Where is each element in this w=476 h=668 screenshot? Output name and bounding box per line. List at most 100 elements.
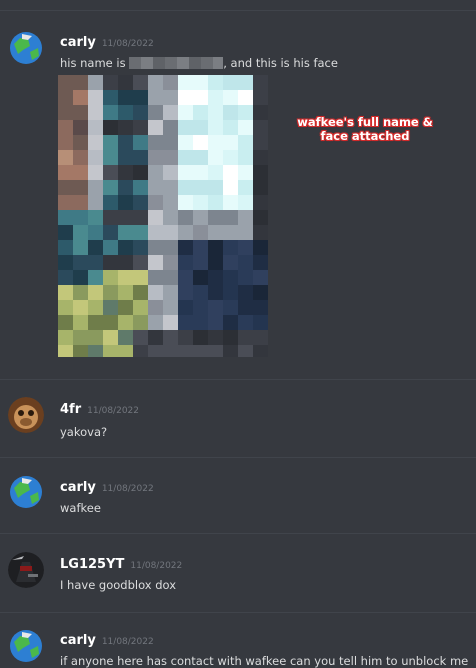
image-pixel — [118, 255, 133, 270]
image-pixel — [208, 150, 223, 165]
image-pixel — [238, 180, 253, 195]
message-author[interactable]: carly 11/08/2022 — [60, 35, 154, 50]
message-author[interactable]: carly 11/08/2022 — [60, 633, 154, 648]
image-pixel — [223, 210, 238, 225]
image-pixel — [163, 120, 178, 135]
image-pixel — [103, 210, 118, 225]
image-pixel — [88, 345, 103, 357]
image-pixel — [253, 195, 268, 210]
image-pixel — [88, 225, 103, 240]
image-pixel — [148, 165, 163, 180]
image-pixel — [118, 225, 133, 240]
image-pixel — [88, 165, 103, 180]
image-pixel — [193, 165, 208, 180]
image-pixel — [118, 180, 133, 195]
image-pixel — [238, 285, 253, 300]
image-pixel — [178, 255, 193, 270]
image-pixel — [73, 315, 88, 330]
avatar-dark-character-icon[interactable] — [8, 552, 44, 588]
avatar-earth-icon[interactable] — [8, 30, 44, 66]
image-pixel — [58, 285, 73, 300]
image-pixel — [103, 195, 118, 210]
avatar-monkey-icon[interactable] — [8, 397, 44, 433]
avatar-earth-icon[interactable] — [8, 628, 44, 664]
image-pixel — [193, 240, 208, 255]
image-pixel — [208, 285, 223, 300]
message-divider — [0, 457, 476, 458]
annotation-line-1: wafkee's full name & — [297, 115, 433, 129]
image-pixel — [238, 345, 253, 357]
author-name[interactable]: 4fr — [60, 402, 81, 417]
image-pixel — [238, 135, 253, 150]
image-pixel — [163, 345, 178, 357]
image-pixel — [148, 135, 163, 150]
image-pixel — [238, 150, 253, 165]
image-pixel — [133, 300, 148, 315]
image-pixel — [163, 255, 178, 270]
image-pixel — [223, 315, 238, 330]
image-pixel — [118, 150, 133, 165]
message-timestamp: 11/08/2022 — [101, 637, 154, 647]
attached-image-pixelated[interactable] — [58, 75, 268, 357]
image-pixel — [133, 285, 148, 300]
image-pixel — [238, 330, 253, 345]
image-pixel — [193, 285, 208, 300]
message-author[interactable]: carly 11/08/2022 — [60, 480, 154, 495]
image-pixel — [118, 90, 133, 105]
redacted-name — [129, 57, 224, 69]
avatar-earth-icon[interactable] — [8, 474, 44, 510]
image-pixel — [73, 345, 88, 357]
image-pixel — [208, 90, 223, 105]
image-pixel — [178, 315, 193, 330]
image-pixel — [253, 75, 268, 90]
image-pixel — [133, 330, 148, 345]
image-pixel — [118, 195, 133, 210]
image-pixel — [253, 240, 268, 255]
image-pixel — [148, 75, 163, 90]
annotation-line-2: face attached — [320, 129, 410, 143]
image-pixel — [208, 120, 223, 135]
image-pixel — [73, 300, 88, 315]
message-text: yakova? — [60, 425, 108, 439]
image-pixel — [253, 210, 268, 225]
image-pixel — [133, 180, 148, 195]
image-pixel — [103, 240, 118, 255]
message-author[interactable]: LG125YT 11/08/2022 — [60, 557, 182, 572]
image-pixel — [208, 195, 223, 210]
image-pixel — [103, 75, 118, 90]
author-name[interactable]: carly — [60, 633, 96, 648]
image-pixel — [223, 150, 238, 165]
image-pixel — [223, 165, 238, 180]
image-pixel — [88, 210, 103, 225]
author-name[interactable]: carly — [60, 480, 96, 495]
message-text-before: his name is — [60, 56, 126, 70]
image-pixel — [148, 270, 163, 285]
image-pixel — [58, 330, 73, 345]
image-pixel — [193, 330, 208, 345]
author-name[interactable]: LG125YT — [60, 557, 124, 572]
image-pixel — [208, 240, 223, 255]
message-timestamp: 11/08/2022 — [87, 406, 139, 416]
image-pixel — [148, 90, 163, 105]
image-pixel — [193, 150, 208, 165]
image-pixel — [193, 300, 208, 315]
image-pixel — [163, 300, 178, 315]
message-timestamp: 11/08/2022 — [101, 484, 154, 494]
image-pixel — [238, 165, 253, 180]
image-pixel — [163, 135, 178, 150]
image-pixel — [223, 90, 238, 105]
image-pixel — [193, 270, 208, 285]
message-author[interactable]: 4fr 11/08/2022 — [60, 402, 139, 417]
image-pixel — [208, 255, 223, 270]
image-pixel — [88, 315, 103, 330]
image-pixel — [208, 315, 223, 330]
image-pixel — [238, 225, 253, 240]
image-pixel — [148, 330, 163, 345]
author-name[interactable]: carly — [60, 35, 96, 50]
image-pixel — [133, 135, 148, 150]
message-text: if anyone here has contact with wafkee c… — [60, 654, 469, 668]
image-pixel — [73, 165, 88, 180]
image-pixel — [193, 75, 208, 90]
image-pixel — [118, 165, 133, 180]
image-pixel — [73, 210, 88, 225]
